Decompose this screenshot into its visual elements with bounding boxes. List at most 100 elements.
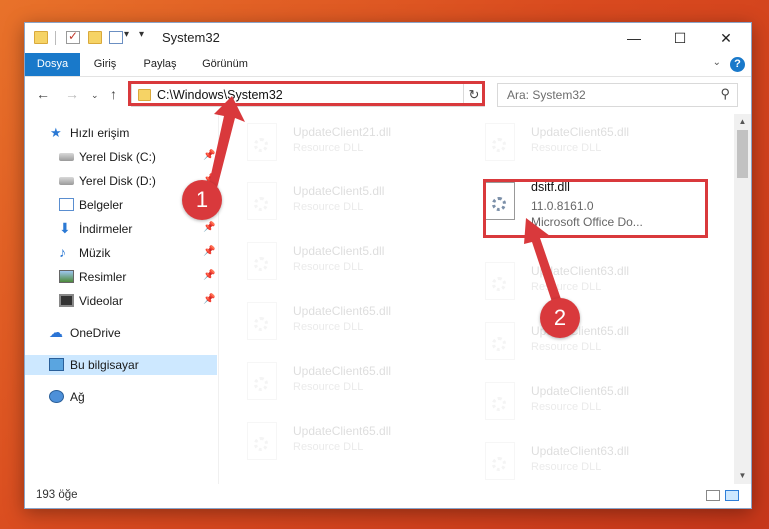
file-highlight-box <box>483 179 708 238</box>
search-input[interactable]: Ara: System32 ⚲ <box>497 83 738 107</box>
dll-file-icon <box>485 382 515 420</box>
sidebar-item-quick-access[interactable]: ★ Hızlı erişim <box>25 123 217 143</box>
sidebar-item-label: Yerel Disk (D:) <box>79 174 156 188</box>
item-count: 193 öğe <box>36 489 78 501</box>
customize-toolbar-icon[interactable]: ▾ <box>139 29 144 40</box>
file-name: UpdateClient65.dll <box>293 364 392 378</box>
chevron-down-icon[interactable]: ▾ <box>124 29 129 40</box>
sidebar-item-network[interactable]: Ağ <box>25 387 217 407</box>
search-icon[interactable]: ⚲ <box>720 86 730 102</box>
view-options-icon[interactable] <box>109 31 123 44</box>
file-item[interactable]: UpdateClient5.dll Resource DLL <box>247 180 467 224</box>
search-placeholder: Ara: System32 <box>507 88 586 102</box>
help-icon[interactable]: ? <box>730 57 745 72</box>
file-item[interactable]: UpdateClient21.dll Resource DLL <box>247 121 467 165</box>
file-item[interactable]: UpdateClient65.dll Resource DLL <box>247 360 467 404</box>
tab-home[interactable]: Giriş <box>83 53 127 76</box>
dll-file-icon <box>485 123 515 161</box>
file-item[interactable]: UpdateClient63.dll Resource DLL <box>485 440 705 484</box>
documents-icon <box>59 198 74 211</box>
sidebar-item-disk-c[interactable]: Yerel Disk (C:) 📌 <box>25 147 217 167</box>
drive-icon <box>59 177 74 185</box>
cloud-icon: ☁ <box>49 324 63 340</box>
dll-file-icon <box>247 422 277 460</box>
expand-ribbon-icon[interactable]: ⌄ <box>713 57 721 68</box>
file-description: Resource DLL <box>293 441 364 453</box>
address-highlight-box <box>128 81 485 106</box>
up-arrow-icon[interactable]: ↑ <box>110 86 117 102</box>
dll-file-icon <box>247 302 277 340</box>
close-button[interactable]: ✕ <box>703 23 749 53</box>
explorer-window: ▾ ▾ System32 — ☐ ✕ Dosya Giriş Paylaş Gö… <box>24 22 752 509</box>
forward-arrow-icon[interactable]: → <box>65 86 79 102</box>
scroll-thumb[interactable] <box>737 130 748 178</box>
drive-icon <box>59 153 74 161</box>
file-item[interactable]: UpdateClient65.dll Resource DLL <box>485 121 705 165</box>
tab-share[interactable]: Paylaş <box>133 53 187 76</box>
pin-icon[interactable]: 📌 <box>203 246 215 257</box>
file-list: UpdateClient21.dll Resource DLL UpdateCl… <box>220 114 733 484</box>
recent-locations-icon[interactable]: ⌄ <box>91 90 99 101</box>
vertical-scrollbar[interactable]: ▲ ▼ <box>734 114 751 484</box>
file-name: UpdateClient5.dll <box>293 244 385 258</box>
file-description: Resource DLL <box>531 341 602 353</box>
properties-check-icon[interactable] <box>66 29 80 44</box>
sidebar-item-videos[interactable]: Videolar 📌 <box>25 291 217 311</box>
downloads-icon: ⬇ <box>59 220 71 236</box>
pin-icon[interactable]: 📌 <box>203 222 215 233</box>
sidebar-item-label: Hızlı erişim <box>70 126 130 140</box>
sidebar-item-downloads[interactable]: ⬇ İndirmeler 📌 <box>25 219 217 239</box>
file-item[interactable]: UpdateClient5.dll Resource DLL <box>247 240 467 284</box>
back-arrow-icon[interactable]: ← <box>36 86 50 102</box>
tab-view[interactable]: Görünüm <box>193 53 257 76</box>
file-description: Resource DLL <box>531 401 602 413</box>
sidebar-item-label: İndirmeler <box>79 222 133 236</box>
file-name: UpdateClient65.dll <box>531 125 630 139</box>
file-name: UpdateClient63.dll <box>531 444 630 458</box>
pin-icon[interactable]: 📌 <box>203 150 215 161</box>
file-description: Resource DLL <box>293 261 364 273</box>
sidebar-item-onedrive[interactable]: ☁ OneDrive <box>25 323 217 343</box>
file-item[interactable]: UpdateClient65.dll Resource DLL <box>247 300 467 344</box>
pane-divider[interactable] <box>218 114 219 484</box>
maximize-button[interactable]: ☐ <box>657 23 703 53</box>
step-2-badge: 2 <box>540 298 580 338</box>
large-icons-view-icon[interactable] <box>725 490 739 501</box>
dll-file-icon <box>247 182 277 220</box>
file-description: Resource DLL <box>531 142 602 154</box>
details-view-icon[interactable] <box>706 490 720 501</box>
minimize-button[interactable]: — <box>611 23 657 53</box>
file-item[interactable]: UpdateClient65.dll Resource DLL <box>247 420 467 464</box>
new-folder-icon[interactable] <box>88 31 102 44</box>
sidebar-item-pictures[interactable]: Resimler 📌 <box>25 267 217 287</box>
file-description: Resource DLL <box>531 461 602 473</box>
file-name: UpdateClient21.dll <box>293 125 392 139</box>
scroll-down-icon[interactable]: ▼ <box>734 468 751 484</box>
file-name: UpdateClient65.dll <box>293 304 392 318</box>
pin-icon[interactable]: 📌 <box>203 294 215 305</box>
dll-file-icon <box>485 322 515 360</box>
file-item[interactable]: UpdateClient65.dll Resource DLL <box>485 380 705 424</box>
folder-icon <box>34 31 48 44</box>
navigation-pane: ★ Hızlı erişim Yerel Disk (C:) 📌 Yerel D… <box>25 114 218 484</box>
file-description: Resource DLL <box>293 381 364 393</box>
file-item[interactable]: UpdateClient63.dll Resource DLL <box>485 260 705 304</box>
sidebar-item-label: Müzik <box>79 246 111 260</box>
computer-icon <box>49 358 64 371</box>
divider <box>55 31 56 45</box>
step-1-badge: 1 <box>182 180 222 220</box>
sidebar-item-this-pc[interactable]: Bu bilgisayar <box>25 355 217 375</box>
sidebar-item-label: Ağ <box>70 390 85 404</box>
file-item[interactable]: UpdateClient65.dll Resource DLL <box>485 320 705 364</box>
pin-icon[interactable]: 📌 <box>203 270 215 281</box>
star-icon: ★ <box>50 125 62 140</box>
window-title: System32 <box>162 30 220 45</box>
file-description: Resource DLL <box>531 281 602 293</box>
tab-file[interactable]: Dosya <box>25 53 80 76</box>
file-description: Resource DLL <box>293 142 364 154</box>
sidebar-item-label: OneDrive <box>70 326 121 340</box>
scroll-up-icon[interactable]: ▲ <box>734 114 751 130</box>
file-name: UpdateClient65.dll <box>531 384 630 398</box>
sidebar-item-music[interactable]: ♪ Müzik 📌 <box>25 243 217 263</box>
videos-icon <box>59 294 74 307</box>
